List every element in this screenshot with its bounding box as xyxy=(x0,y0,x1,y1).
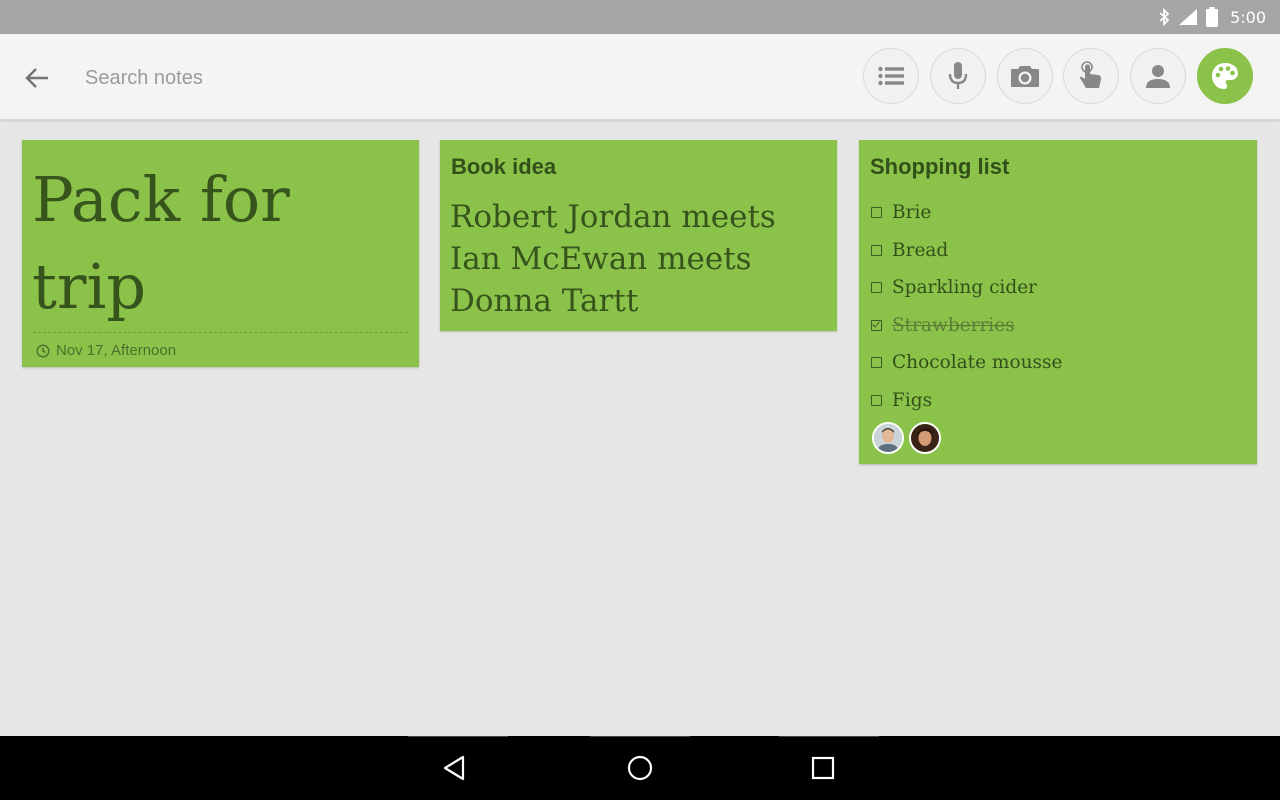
nav-back-button[interactable] xyxy=(434,750,474,786)
back-button[interactable] xyxy=(20,61,54,95)
touch-hand-icon xyxy=(1080,61,1101,88)
checklist-item[interactable]: Bread xyxy=(871,232,1062,270)
list-button[interactable] xyxy=(863,48,919,104)
palette-icon xyxy=(1212,63,1238,89)
note-body: Pack for trip xyxy=(32,163,290,323)
home-circle-icon xyxy=(627,755,653,781)
status-bar: 5:00 xyxy=(0,0,1280,34)
note-card-pack-for-trip[interactable]: Pack for trip Nov 17, Afternoon xyxy=(22,140,419,367)
nav-home-button[interactable] xyxy=(620,750,660,786)
checklist-item[interactable]: Sparkling cider xyxy=(871,269,1062,307)
checklist-item-text: Figs xyxy=(892,389,933,411)
checklist-item-text: Brie xyxy=(892,202,932,224)
camera-button[interactable] xyxy=(997,48,1053,104)
nav-highlight xyxy=(408,736,508,737)
drawing-button[interactable] xyxy=(1063,48,1119,104)
back-triangle-icon xyxy=(443,755,465,781)
cell-signal-icon xyxy=(1179,9,1198,25)
color-button[interactable] xyxy=(1197,48,1253,104)
toolbar xyxy=(0,34,1280,120)
nav-highlight xyxy=(779,736,879,737)
voice-button[interactable] xyxy=(930,48,986,104)
status-clock: 5:00 xyxy=(1230,7,1266,27)
nav-recents-button[interactable] xyxy=(803,750,843,786)
checkbox[interactable] xyxy=(871,282,882,294)
avatar-man-image xyxy=(874,424,902,452)
checklist-item[interactable]: Chocolate mousse xyxy=(871,344,1062,382)
bluetooth-icon xyxy=(1159,8,1170,26)
checklist-item[interactable]: Brie xyxy=(871,194,1062,232)
person-icon xyxy=(1146,65,1170,88)
collaborator-avatar-man[interactable] xyxy=(872,422,904,454)
note-divider xyxy=(33,332,408,333)
navigation-bar xyxy=(0,736,1280,800)
reminder-text: Nov 17, Afternoon xyxy=(56,342,177,359)
list-icon xyxy=(878,66,904,86)
status-icons: 5:00 xyxy=(1158,0,1266,34)
checkbox[interactable] xyxy=(871,244,882,256)
checklist-item-text: Bread xyxy=(892,239,949,261)
microphone-icon xyxy=(948,62,968,89)
note-card-book-idea[interactable]: Book idea Robert Jordan meets Ian McEwan… xyxy=(440,140,837,331)
checklist-item-text: Chocolate mousse xyxy=(892,352,1063,374)
checklist-item-text: Sparkling cider xyxy=(892,277,1037,299)
avatar-woman-image xyxy=(911,424,939,452)
note-card-shopping-list[interactable]: Shopping list Brie Bread Sparkling cider… xyxy=(859,140,1257,464)
arrow-back-icon xyxy=(25,68,48,88)
battery-icon xyxy=(1206,7,1219,27)
note-body: Robert Jordan meets Ian McEwan meets Don… xyxy=(450,199,776,319)
clock-icon xyxy=(36,343,50,358)
checkbox[interactable] xyxy=(871,357,882,369)
recents-square-icon xyxy=(811,756,835,780)
collaborator-avatar-woman[interactable] xyxy=(909,422,941,454)
checkbox-checked[interactable] xyxy=(871,319,882,331)
note-title: Book idea xyxy=(451,154,557,179)
reminder-chip[interactable]: Nov 17, Afternoon xyxy=(36,342,176,359)
nav-highlight xyxy=(590,736,690,737)
search-input[interactable] xyxy=(85,62,605,94)
checklist-item-text: Strawberries xyxy=(892,314,1015,336)
checklist-item[interactable]: Strawberries xyxy=(871,307,1062,345)
checklist-item[interactable]: Figs xyxy=(871,382,1062,420)
checkbox[interactable] xyxy=(871,207,882,219)
checklist: Brie Bread Sparkling cider Strawberries … xyxy=(871,194,1062,419)
checkbox[interactable] xyxy=(871,394,882,406)
note-title: Shopping list xyxy=(870,154,1010,179)
collaborator-button[interactable] xyxy=(1130,48,1186,104)
camera-icon xyxy=(1011,66,1039,87)
collaborators xyxy=(872,422,941,454)
